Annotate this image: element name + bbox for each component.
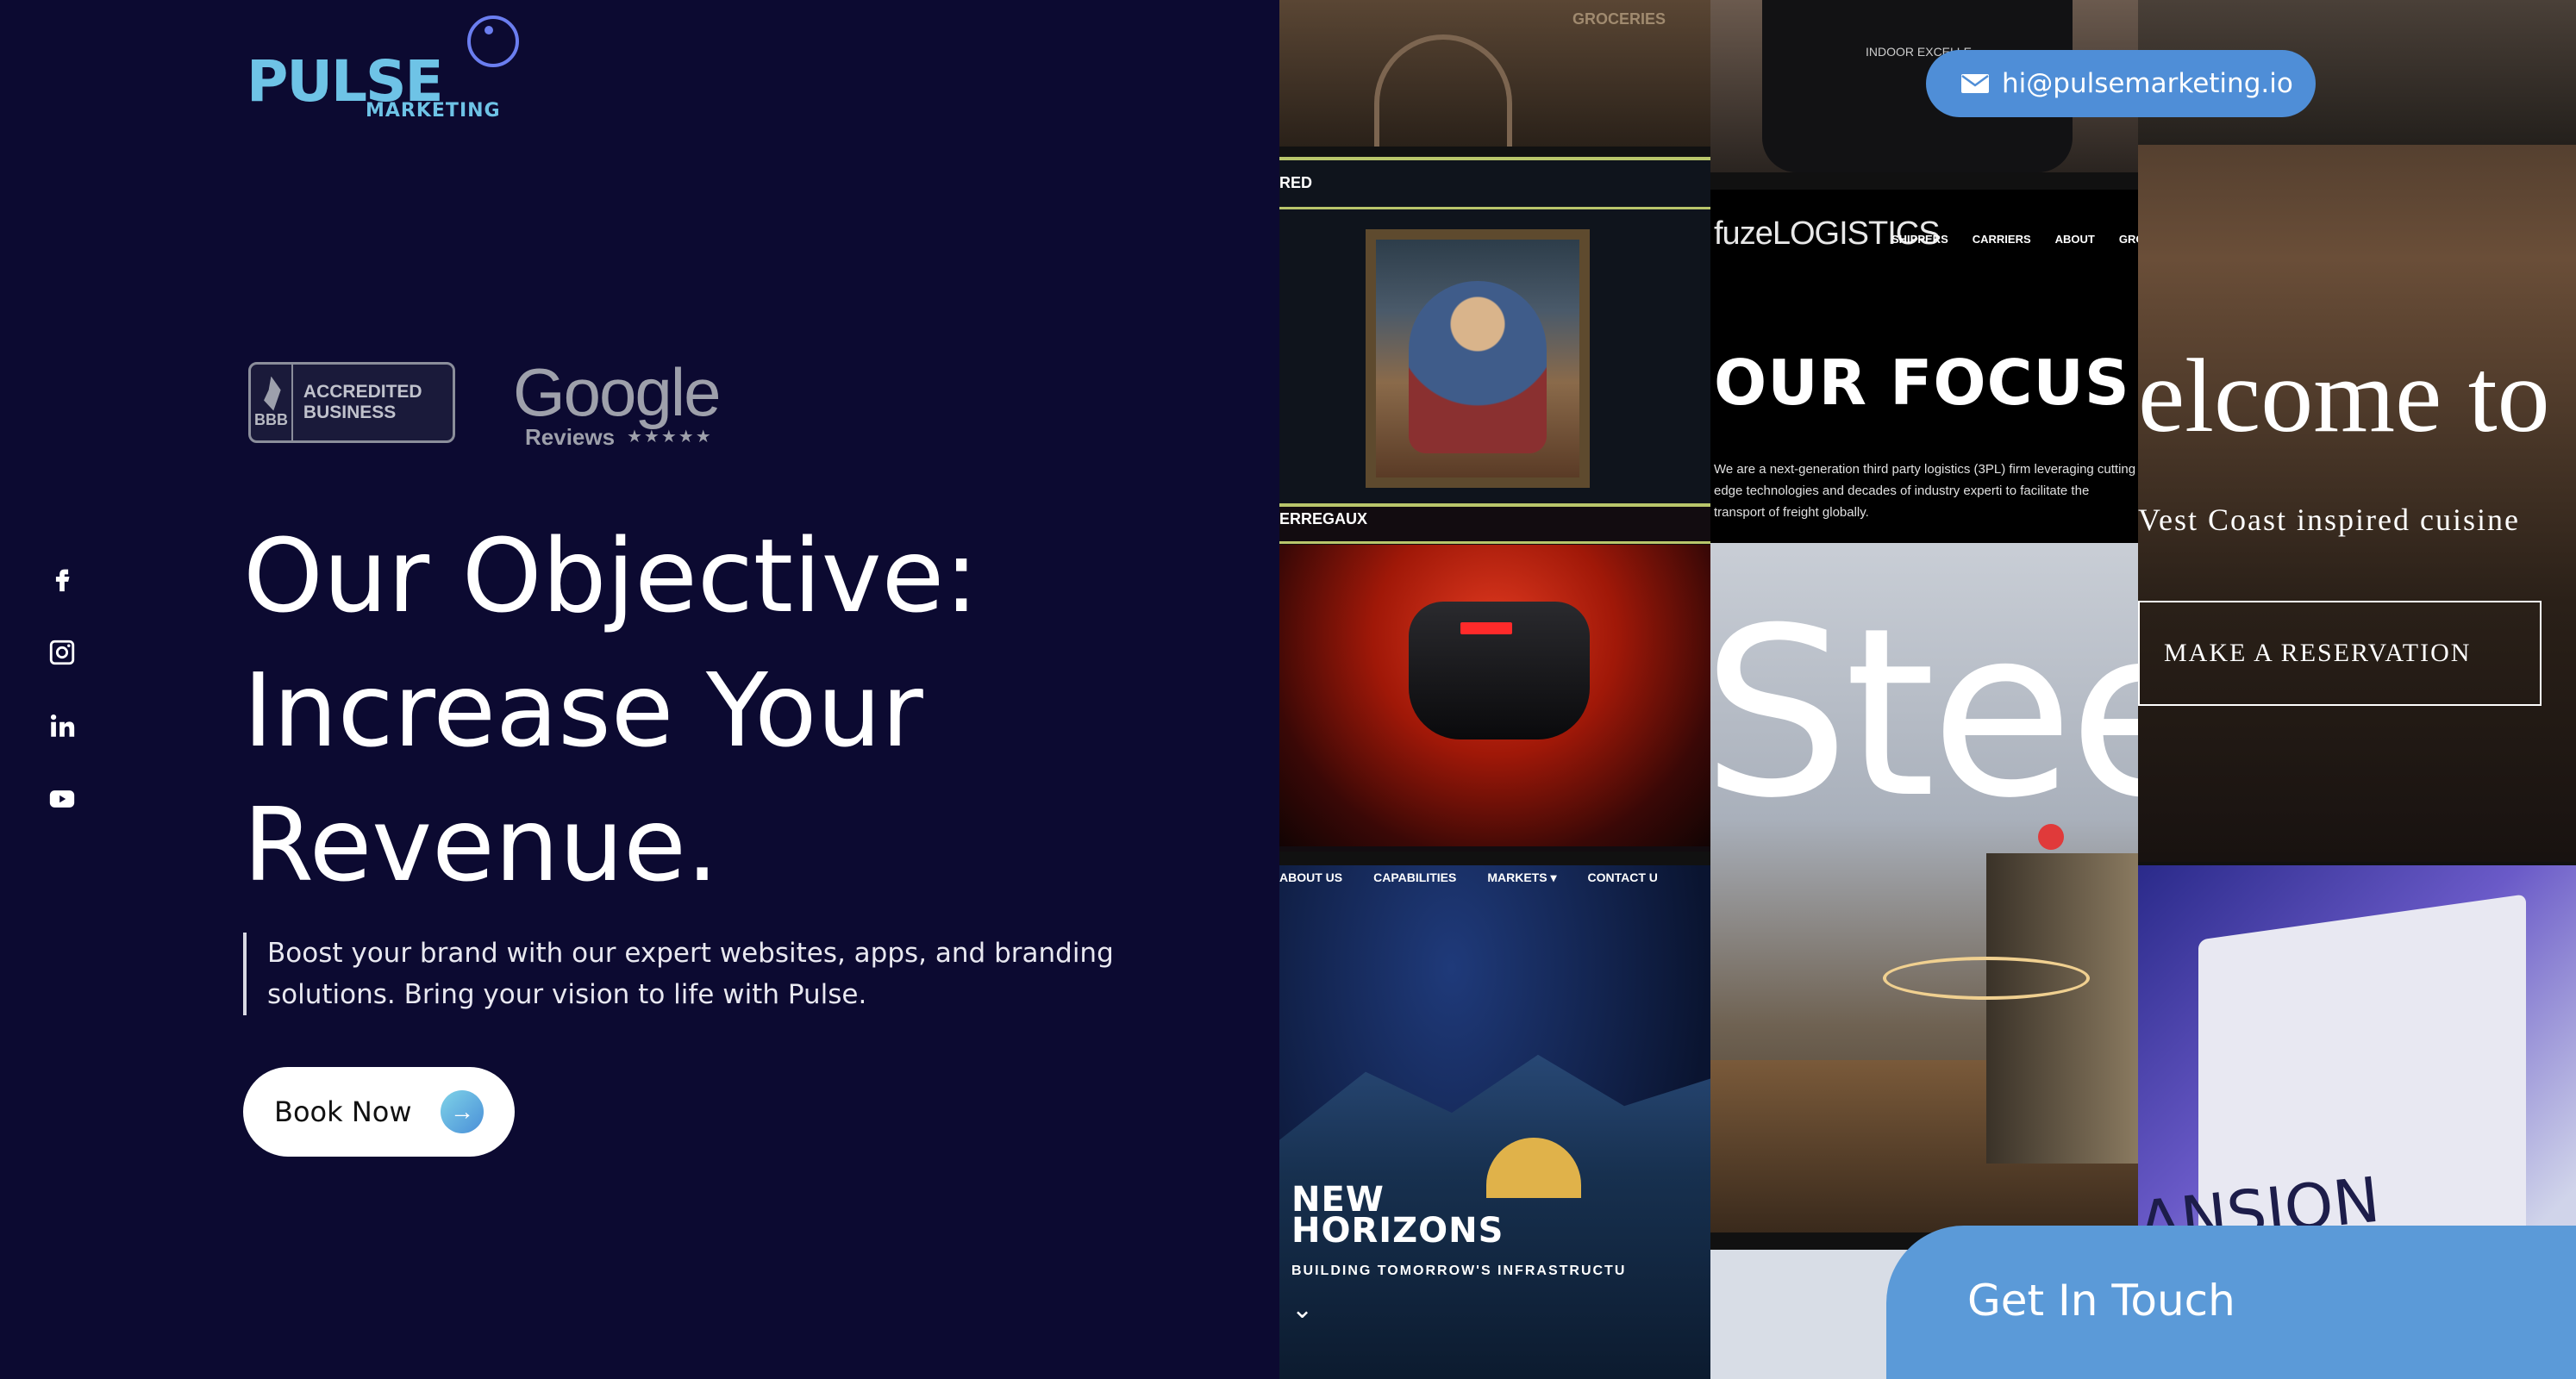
facebook-icon[interactable] (43, 560, 81, 598)
book-now-button[interactable]: Book Now → (243, 1067, 515, 1157)
youtube-icon[interactable] (43, 780, 81, 818)
google-reviews-badge: Google Reviews ★★★★★ (513, 353, 737, 457)
portfolio-tile-painting[interactable]: RED (1279, 157, 1710, 507)
horizons-nav-item: CONTACT U (1587, 870, 1658, 884)
bbb-accredited-badge: BBB ACCREDITED BUSINESS (248, 362, 455, 443)
horizons-subtitle: BUILDING TOMORROW'S INFRASTRUCTU (1291, 1264, 1627, 1278)
logo-subtitle: MARKETING (366, 100, 501, 122)
bbb-seal-icon: BBB (251, 365, 293, 440)
get-in-touch-button[interactable]: Get In Touch (1886, 1226, 2576, 1379)
horizons-nav-item: ABOUT US (1279, 870, 1343, 884)
horizons-nav-item: MARKETS ▾ (1487, 870, 1557, 884)
google-stars: ★★★★★ (627, 427, 713, 446)
fuze-headline: OUR FOCUS (1714, 346, 2130, 419)
fuze-description: We are a next-generation third party log… (1714, 462, 2136, 520)
horizons-nav-item: CAPABILITIES (1373, 870, 1457, 884)
make-reservation-button[interactable]: MAKE A RESERVATION (2138, 601, 2542, 706)
email-address: hi@pulsemarketing.io (2002, 68, 2293, 99)
watch-brand-label: ERREGAUX (1279, 510, 1368, 527)
portfolio-tile-watch[interactable]: ERREGAUX (1279, 507, 1710, 852)
instagram-icon[interactable] (43, 633, 81, 671)
fuze-menu-item: GROW OPPO (2118, 233, 2138, 246)
horizons-title: NEW HORIZONS (1291, 1182, 1504, 1251)
pulse-logo[interactable]: PULSE MARKETING (247, 16, 522, 128)
headline-line-1: Our Objective: (243, 516, 979, 635)
logo-pulse-icon (467, 16, 519, 67)
hero-panel: PULSE MARKETING BBB ACCREDITED BUSINESS … (0, 0, 1279, 1379)
arrow-right-icon: → (441, 1090, 484, 1133)
headline-line-3: Revenue. (243, 785, 719, 904)
portfolio-tile-new-horizons[interactable]: ABOUT US CAPABILITIES MARKETS ▾ CONTACT … (1279, 865, 1710, 1379)
portfolio-tile-fuze-logistics[interactable]: fuzeLOGISTICS SHIPPERS CARRIERS ABOUT GR… (1710, 190, 2138, 543)
building-sign-text: GROCERIES (1572, 10, 1666, 28)
restaurant-welcome: elcome to (2138, 338, 2550, 454)
horizons-nav: ABOUT US CAPABILITIES MARKETS ▾ CONTACT … (1279, 870, 1710, 893)
portfolio-tile-restaurant[interactable]: elcome to Vest Coast inspired cuisine MA… (2138, 0, 2576, 862)
google-wordmark: Google (513, 354, 722, 430)
stee-red-dot (2038, 824, 2064, 850)
headline-line-2: Increase Your (243, 651, 923, 770)
fuze-menu-item: ABOUT (2054, 233, 2095, 246)
stee-wordmark: Stee (1710, 577, 2138, 849)
hero-headline: Our Objective: Increase Your Revenue. (243, 509, 1260, 912)
book-now-label: Book Now (274, 1095, 412, 1128)
bbb-seal-text: BBB (253, 410, 288, 428)
portfolio-tile-building[interactable]: GROCERIES (1279, 0, 1710, 147)
hero-tagline: Boost your brand with our expert website… (243, 933, 1235, 1015)
mail-icon (1961, 74, 1989, 93)
horizons-title-line-2: HORIZONS (1291, 1211, 1504, 1251)
google-reviews-label: Reviews (525, 424, 616, 450)
chevron-down-icon: ⌄ (1291, 1295, 1314, 1324)
portfolio-tile-stee[interactable]: Stee (1710, 543, 2138, 1232)
bbb-badge-text: ACCREDITED BUSINESS (303, 382, 422, 422)
restaurant-subtitle: Vest Coast inspired cuisine (2138, 502, 2520, 537)
fuze-menu-item: SHIPPERS (1891, 233, 1948, 246)
fuze-menu-item: CARRIERS (1972, 233, 2031, 246)
get-in-touch-label: Get In Touch (1967, 1276, 2235, 1326)
painting-label: RED (1279, 174, 1313, 191)
fuze-menu: SHIPPERS CARRIERS ABOUT GROW OPPO (1891, 233, 2138, 246)
email-button[interactable]: hi@pulsemarketing.io (1926, 50, 2316, 117)
portfolio-collage: GROCERIES RED ERREGAUX ABOUT US CAPABILI… (1279, 0, 2576, 1379)
linkedin-icon[interactable] (43, 707, 81, 745)
